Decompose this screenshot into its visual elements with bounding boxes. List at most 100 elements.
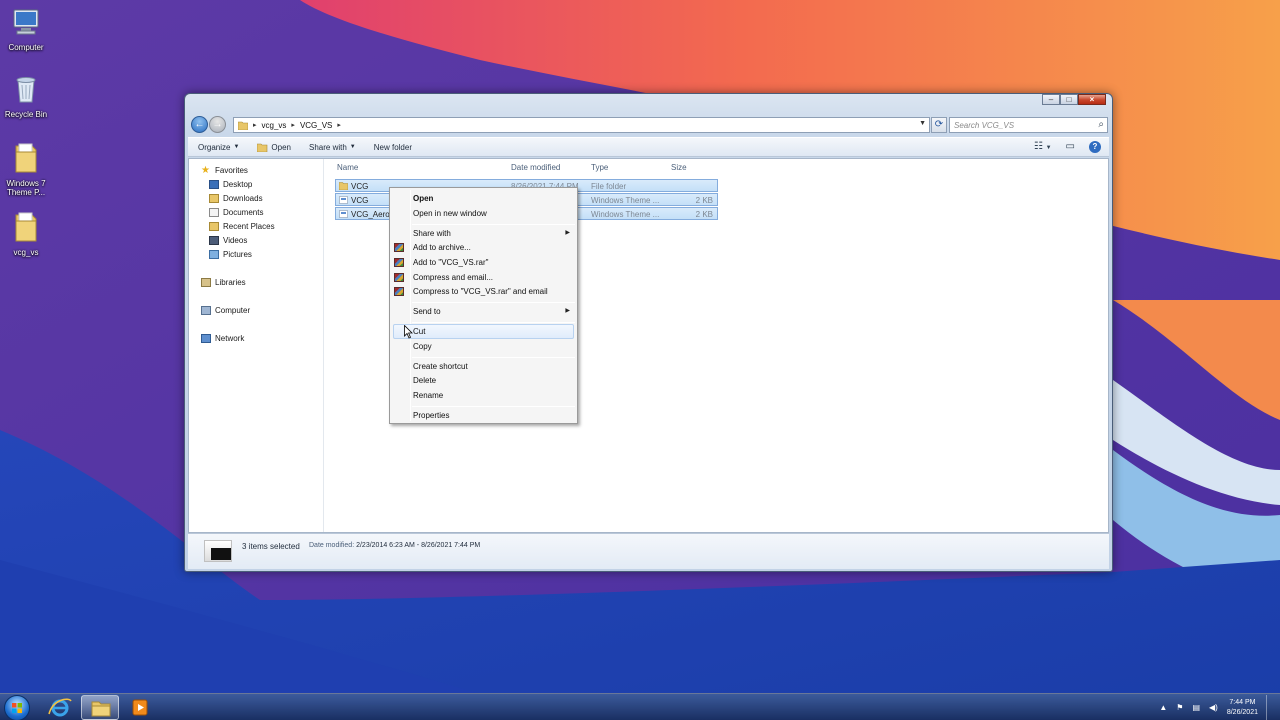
nav-libraries-label: Libraries [215, 278, 246, 287]
menu-item-send-to[interactable]: Send to [413, 307, 441, 316]
navigation-bar: ← → ▸ vcg_vs ▸ VCG_VS ▸ ▼ ⟳ Search VCG_V… [191, 116, 1108, 134]
network-status-icon[interactable]: ▤ [1192, 703, 1200, 712]
minimize-button[interactable]: – [1042, 94, 1060, 105]
nav-computer-label: Computer [215, 306, 251, 315]
menu-item-properties[interactable]: Properties [413, 411, 449, 420]
back-button[interactable]: ← [191, 116, 208, 133]
nav-computer[interactable]: Computer [201, 306, 250, 315]
clock[interactable]: 7:44 PM 8/26/2021 [1227, 698, 1258, 718]
computer-icon [13, 9, 39, 35]
breadcrumb-segment[interactable]: VCG_VS [300, 121, 332, 130]
nav-item-pictures[interactable]: Pictures [209, 250, 252, 259]
menu-item-create-shortcut[interactable]: Create shortcut [413, 362, 468, 371]
change-view-icon[interactable]: ☷ ▼ [1034, 141, 1052, 153]
nav-favorites[interactable]: ★ Favorites [201, 166, 248, 176]
winrar-icon [394, 287, 404, 296]
menu-item-cut[interactable]: Cut [413, 327, 425, 336]
date-modified-label: Date modified: [309, 542, 355, 549]
address-bar[interactable]: ▸ vcg_vs ▸ VCG_VS ▸ ▼ [233, 117, 930, 133]
open-label: Open [271, 142, 291, 152]
nav-item-desktop[interactable]: Desktop [209, 180, 252, 189]
taskbar-windows-explorer[interactable] [81, 695, 119, 720]
submenu-arrow-icon: ▶ [565, 230, 570, 236]
menu-item-rename[interactable]: Rename [413, 391, 443, 400]
clock-time: 7:44 PM [1229, 698, 1256, 706]
submenu-arrow-icon: ▶ [565, 308, 570, 314]
address-dropdown-icon[interactable]: ▼ [919, 120, 926, 127]
volume-icon[interactable]: ◀) [1209, 703, 1218, 712]
search-input[interactable]: Search VCG_VS ⌕ [949, 117, 1108, 133]
menu-item-open[interactable]: Open [413, 194, 433, 203]
close-button[interactable]: × [1078, 94, 1106, 105]
menu-item-add-to-rar[interactable]: Add to "VCG_VS.rar" [413, 258, 489, 267]
nav-libraries[interactable]: Libraries [201, 278, 246, 287]
desktop-icon-recycle-bin[interactable]: Recycle Bin [0, 73, 52, 119]
share-with-button[interactable]: Share with ▼ [309, 143, 356, 152]
breadcrumb-separator-icon: ▸ [337, 122, 341, 129]
preview-pane-icon[interactable]: ▭ [1066, 141, 1075, 153]
menu-item-add-to-archive[interactable]: Add to archive... [413, 243, 471, 252]
recycle-bin-icon [16, 77, 36, 103]
recent-places-icon [209, 222, 219, 231]
desktop-icon-vcg-vs[interactable]: vcg_vs [0, 211, 52, 257]
menu-separator [412, 357, 575, 358]
menu-item-open-new-window[interactable]: Open in new window [413, 209, 487, 218]
windows-explorer-icon [91, 701, 111, 717]
maximize-button[interactable]: □ [1060, 94, 1078, 105]
content-area: ★ Favorites Desktop Downloads Documents … [188, 158, 1109, 533]
menu-item-copy[interactable]: Copy [413, 342, 432, 351]
taskbar-media-player[interactable] [121, 695, 159, 720]
date-modified-range: Date modified: 2/23/2014 6:23 AM - 8/26/… [309, 542, 480, 549]
new-folder-button[interactable]: New folder [374, 143, 412, 152]
desktop-icon-label: Windows 7 Theme P... [6, 179, 46, 197]
file-type: Windows Theme ... [591, 210, 660, 219]
nav-item-recent-places[interactable]: Recent Places [209, 222, 275, 231]
desktop-icon-computer[interactable]: Computer [0, 6, 52, 52]
desktop-icon-theme-pack[interactable]: Windows 7 Theme P... [0, 142, 52, 197]
share-with-label: Share with [309, 142, 347, 152]
desktop-icon-label: Computer [8, 43, 44, 52]
show-hidden-icons-icon[interactable]: ▲ [1159, 703, 1167, 712]
file-type: File folder [591, 182, 627, 191]
media-player-icon [132, 699, 148, 716]
column-header-name[interactable]: Name [337, 163, 358, 172]
nav-item-downloads[interactable]: Downloads [209, 194, 263, 203]
menu-item-delete[interactable]: Delete [413, 376, 436, 385]
nav-item-label: Documents [223, 208, 264, 217]
nav-network[interactable]: Network [201, 334, 244, 343]
forward-button[interactable]: → [209, 116, 226, 133]
column-header-date-modified[interactable]: Date modified [511, 163, 560, 172]
help-icon[interactable]: ? [1089, 141, 1101, 153]
nav-item-label: Pictures [223, 250, 252, 259]
nav-item-videos[interactable]: Videos [209, 236, 247, 245]
desktop-icon [209, 180, 219, 189]
taskbar-internet-explorer[interactable] [41, 695, 79, 720]
show-desktop-button[interactable] [1266, 694, 1276, 720]
caption-buttons: – □ × [1042, 94, 1106, 105]
new-folder-label: New folder [373, 142, 412, 152]
pictures-icon [209, 250, 219, 259]
nav-item-documents[interactable]: Documents [209, 208, 263, 217]
breadcrumb-separator-icon: ▸ [253, 122, 257, 129]
search-icon[interactable]: ⌕ [1098, 119, 1104, 130]
open-button[interactable]: Open [257, 143, 291, 152]
folder-icon [15, 212, 37, 242]
organize-button[interactable]: Organize ▼ [198, 143, 239, 152]
column-header-size[interactable]: Size [671, 163, 687, 172]
menu-item-share-with[interactable]: Share with [413, 229, 451, 238]
libraries-icon [201, 278, 211, 287]
clock-date: 8/26/2021 [1226, 708, 1258, 716]
desktop-icon-label: vcg_vs [13, 248, 39, 257]
breadcrumb-segment[interactable]: vcg_vs [262, 121, 287, 130]
menu-separator [412, 224, 575, 225]
downloads-icon [209, 194, 219, 203]
action-center-flag-icon[interactable]: ⚑ [1176, 703, 1183, 712]
column-header-type[interactable]: Type [591, 163, 608, 172]
selection-count: 3 items selected [242, 542, 300, 551]
menu-item-compress-rar-email[interactable]: Compress to "VCG_VS.rar" and email [413, 287, 548, 296]
refresh-button[interactable]: ⟳ [931, 117, 947, 133]
start-button[interactable] [4, 695, 30, 720]
nav-favorites-label: Favorites [215, 166, 248, 175]
menu-item-compress-email[interactable]: Compress and email... [413, 273, 493, 282]
breadcrumb-separator-icon: ▸ [291, 122, 295, 129]
